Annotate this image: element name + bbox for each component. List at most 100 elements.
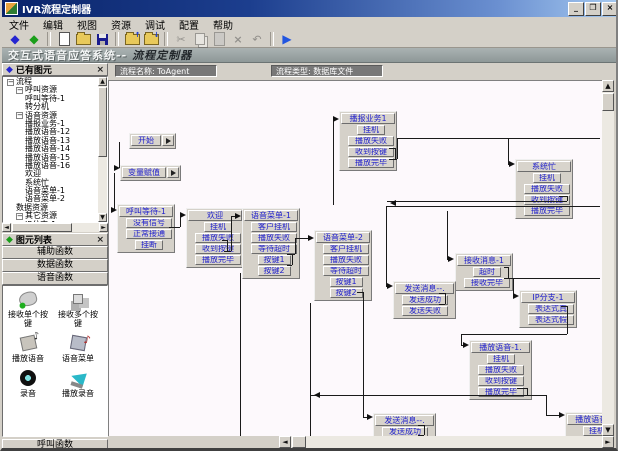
scroll-down-icon[interactable]: ▼ xyxy=(602,424,614,436)
node-title[interactable]: 开始 xyxy=(131,135,161,146)
scroll-thumb[interactable] xyxy=(12,223,72,232)
node-port-没有信号[interactable]: 没有信号 xyxy=(126,218,172,228)
flow-node-播放语音-1.[interactable]: 播放语音-1.挂机播放失败 xyxy=(565,412,603,437)
node-port-接收完毕[interactable]: 接收完毕 xyxy=(464,278,510,288)
node-port-按键1[interactable]: 按键1 xyxy=(258,255,291,265)
node-port-收到按键[interactable]: 收到按键 xyxy=(348,147,394,157)
menu-item-5[interactable]: 配置 xyxy=(172,17,206,32)
group-bar-auxiliary[interactable]: 辅助函数 xyxy=(2,246,108,259)
scroll-up-icon[interactable]: ▲ xyxy=(602,80,614,92)
node-title[interactable]: 接收消息-1 xyxy=(457,255,511,266)
tree-horizontal-scrollbar[interactable]: ◄ ► xyxy=(2,223,108,232)
node-port-播放失败[interactable]: 播放失败 xyxy=(195,233,241,243)
tree-collapse-icon[interactable]: − xyxy=(16,112,23,119)
flow-node-接收消息-1[interactable]: 接收消息-1超时接收完毕 xyxy=(455,253,513,291)
flow-node-IP分支-1[interactable]: IP分支-1表达式真表达式假 xyxy=(519,290,577,328)
node-port-发送失败[interactable]: 发送失败 xyxy=(402,306,448,316)
flow-node-播报业务1[interactable]: 播报业务1挂机播放失败收到按键播放完毕 xyxy=(339,111,397,171)
node-port-播放失败[interactable]: 播放失败 xyxy=(251,233,297,243)
scroll-left-icon[interactable]: ◄ xyxy=(279,436,291,448)
flow-node-语音菜单-2[interactable]: 语音菜单-2客户挂机播放失败等待超时按键1按键2 xyxy=(314,230,372,301)
palette-item-播放录音[interactable]: 播放录音 xyxy=(53,367,103,398)
back-diamond-icon[interactable]: ◆ xyxy=(6,32,24,47)
menu-item-0[interactable]: 文件 xyxy=(2,17,36,32)
group-bar-voice[interactable]: 语音函数 xyxy=(2,272,108,285)
node-port-客户挂机[interactable]: 客户挂机 xyxy=(251,222,297,232)
scroll-down-icon[interactable]: ▼ xyxy=(98,213,107,222)
palette-item-播放语音[interactable]: 播放语音 xyxy=(3,332,53,363)
export-flow-icon[interactable]: ↓ xyxy=(142,32,160,47)
scroll-thumb[interactable] xyxy=(602,93,614,111)
node-port-正常接通[interactable]: 正常接通 xyxy=(126,229,172,239)
scroll-up-icon[interactable]: ▲ xyxy=(98,77,107,86)
flow-node-发送消息--.[interactable]: 发送消息--.发送成功发送失败 xyxy=(393,281,456,319)
menu-item-2[interactable]: 视图 xyxy=(70,17,104,32)
node-port-播放失败[interactable]: 播放失败 xyxy=(478,365,524,375)
palette-item-语音菜单[interactable]: 语音菜单 xyxy=(53,332,103,363)
node-port-按键2[interactable]: 按键2 xyxy=(330,288,363,298)
node-port-挂机[interactable]: 挂机 xyxy=(204,222,232,232)
node-port-收到按键[interactable]: 收到按键 xyxy=(195,244,241,254)
palette-item-录音[interactable]: 录音 xyxy=(3,367,53,398)
menu-item-3[interactable]: 资源 xyxy=(104,17,138,32)
node-port-按键1[interactable]: 按键1 xyxy=(330,277,363,287)
flow-canvas[interactable]: 开始变量赋值呼叫等待-1没有信号正常接通挂断欢迎挂机播放失败收到按键播放完毕语音… xyxy=(108,80,603,437)
import-flow-icon[interactable]: ↑ xyxy=(123,32,141,47)
node-title[interactable]: IP分支-1 xyxy=(521,292,575,303)
menu-item-6[interactable]: 帮助 xyxy=(206,17,240,32)
palette-item-接收单个按键[interactable]: 接收单个按键 xyxy=(3,288,53,328)
node-title[interactable]: 系统忙 xyxy=(517,161,571,172)
node-port-挂机[interactable]: 挂机 xyxy=(533,173,561,183)
open-folder-icon[interactable] xyxy=(74,32,92,47)
node-port-等待超时[interactable]: 等待超时 xyxy=(251,244,297,254)
menu-item-1[interactable]: 编辑 xyxy=(36,17,70,32)
tree-item-呼叫等待-1[interactable]: 呼叫等待-1 xyxy=(4,95,99,103)
flow-node-发送消息--.[interactable]: 发送消息--.发送成功发送失败 xyxy=(373,413,436,437)
node-title[interactable]: 播放语音-1. xyxy=(567,414,603,425)
tree-vertical-scrollbar[interactable]: ▲ ▼ xyxy=(98,77,107,222)
node-port-播放失败[interactable]: 播放失败 xyxy=(348,136,394,146)
canvas-horizontal-scrollbar[interactable]: ◄ ► xyxy=(279,436,614,448)
node-expand-arrow-icon[interactable] xyxy=(167,167,179,178)
save-icon[interactable] xyxy=(93,32,111,47)
node-port-等待超时[interactable]: 等待超时 xyxy=(323,266,369,276)
close-button[interactable]: × xyxy=(602,2,618,16)
flow-node-播放语音-1.[interactable]: 播放语音-1.挂机播放失败收到按键播放完毕 xyxy=(469,340,532,400)
node-port-播放失败[interactable]: 播放失败 xyxy=(323,255,369,265)
node-port-播放完毕[interactable]: 播放完毕 xyxy=(524,206,570,216)
flow-node-变量赋值[interactable]: 变量赋值 xyxy=(120,165,181,181)
tree-collapse-icon[interactable]: − xyxy=(16,213,23,220)
tree-item-播放语音-16[interactable]: 播放语音-16 xyxy=(4,162,99,170)
node-port-客户挂机[interactable]: 客户挂机 xyxy=(323,244,369,254)
scroll-right-icon[interactable]: ► xyxy=(602,436,614,448)
node-port-挂机[interactable]: 挂机 xyxy=(357,125,385,135)
node-title[interactable]: 播报业务1 xyxy=(341,113,395,124)
scroll-left-icon[interactable]: ◄ xyxy=(2,223,11,232)
flow-node-呼叫等待-1[interactable]: 呼叫等待-1没有信号正常接通挂断 xyxy=(117,204,175,253)
node-port-播放完毕[interactable]: 播放完毕 xyxy=(348,158,394,168)
group-bar-call[interactable]: 呼叫函数 xyxy=(2,439,108,451)
node-port-播放完毕[interactable]: 播放完毕 xyxy=(195,255,241,265)
node-port-挂机[interactable]: 挂机 xyxy=(487,354,515,364)
node-port-按键2[interactable]: 按键2 xyxy=(258,266,291,276)
run-icon[interactable]: ▶ xyxy=(278,32,296,47)
group-bar-data[interactable]: 数据函数 xyxy=(2,259,108,272)
node-title[interactable]: 语音菜单-1 xyxy=(244,210,298,221)
flow-node-语音菜单-1[interactable]: 语音菜单-1客户挂机播放失败等待超时按键1按键2 xyxy=(242,208,300,279)
scroll-thumb[interactable] xyxy=(98,87,107,157)
node-port-收到按键[interactable]: 收到按键 xyxy=(478,376,524,386)
tree-collapse-icon[interactable]: − xyxy=(16,87,23,94)
tree-item-欢迎[interactable]: 欢迎 xyxy=(4,170,99,178)
scroll-thumb[interactable] xyxy=(292,436,306,448)
node-port-超时[interactable]: 超时 xyxy=(473,267,501,277)
node-title[interactable]: 呼叫等待-1 xyxy=(119,206,173,217)
palette-item-接收多个按键[interactable]: 接收多个按键 xyxy=(53,288,103,328)
menu-item-4[interactable]: 调试 xyxy=(138,17,172,32)
node-title[interactable]: 变量赋值 xyxy=(122,167,166,178)
panel-close-icon[interactable]: × xyxy=(96,235,104,245)
forward-diamond-icon[interactable]: ◆ xyxy=(25,32,43,47)
title-bar[interactable]: IVR流程定制器 _ ❐ × xyxy=(2,0,618,17)
flow-node-开始[interactable]: 开始 xyxy=(129,133,176,149)
node-port-播放失败[interactable]: 播放失败 xyxy=(524,184,570,194)
node-title[interactable]: 播放语音-1. xyxy=(471,342,530,353)
